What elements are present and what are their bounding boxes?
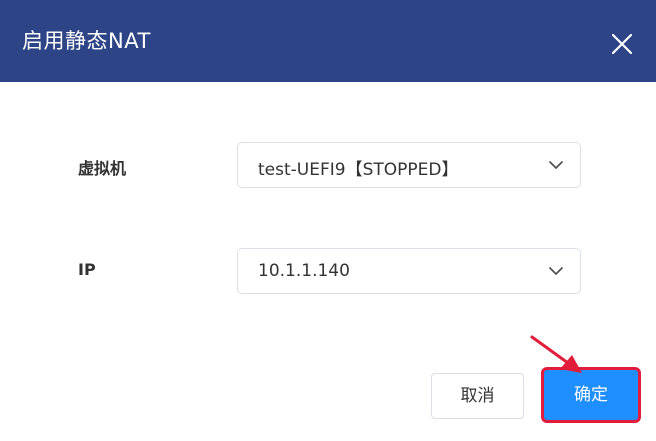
close-button[interactable] [608, 30, 636, 58]
dialog-title: 启用静态NAT [22, 29, 151, 53]
ip-select-value: 10.1.1.140 [258, 261, 350, 281]
dialog-header: 启用静态NAT [0, 0, 656, 82]
ip-select[interactable]: 10.1.1.140 [237, 248, 581, 294]
cancel-button[interactable]: 取消 [431, 373, 524, 419]
chevron-down-icon [549, 267, 563, 275]
ip-label: IP [78, 260, 96, 279]
vm-select-value: test-UEFI9【STOPPED】 [258, 160, 459, 180]
vm-select[interactable]: test-UEFI9【STOPPED】 [237, 142, 581, 188]
arrow-pointer-icon [530, 335, 582, 373]
chevron-down-icon [549, 161, 563, 169]
close-icon [611, 33, 633, 55]
vm-label: 虚拟机 [78, 159, 127, 178]
